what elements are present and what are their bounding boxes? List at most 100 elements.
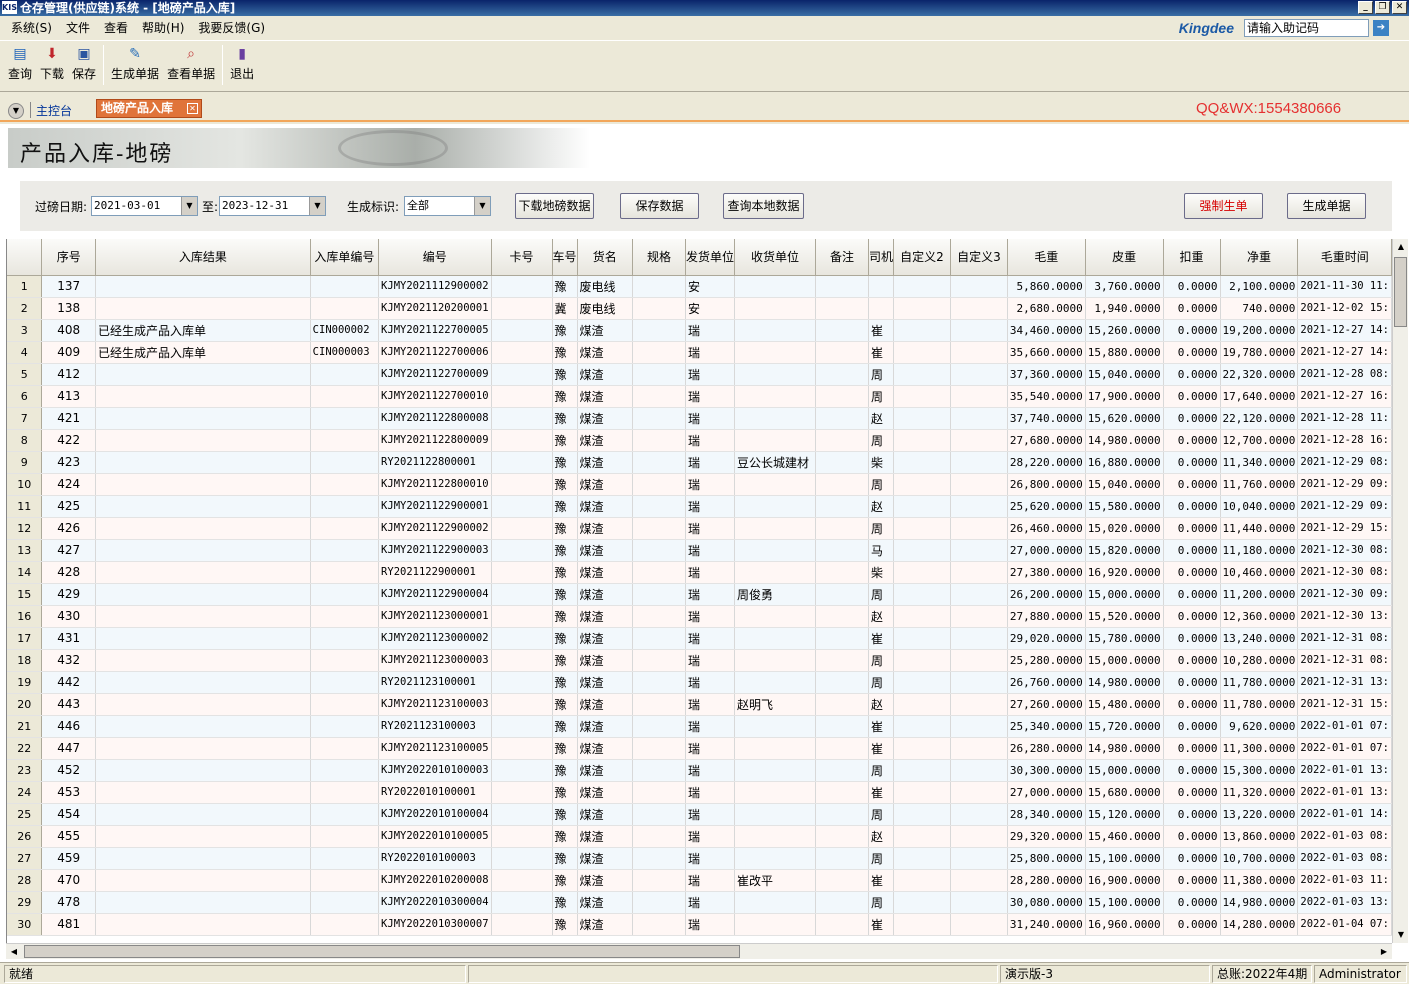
row-number[interactable]: 26 (7, 825, 43, 848)
force-generate-button[interactable]: 强制生单 (1184, 193, 1263, 219)
table-row[interactable]: 3 408 已经生成产品入库单 CIN000002 KJMY2021122700005 豫… (7, 319, 1392, 342)
row-number[interactable]: 7 (7, 407, 43, 430)
column-header[interactable]: 皮重 (1085, 239, 1164, 276)
flag-select[interactable]: 全部 ▼ (404, 196, 491, 216)
date-from-field[interactable]: 2021-03-01 ▼ (91, 196, 198, 216)
table-row[interactable]: 27 459 RY2022010100003 豫煤渣 瑞 周 25,800.0000 15,1… (7, 847, 1392, 870)
row-number[interactable]: 23 (7, 759, 43, 782)
query-local-button[interactable]: 查询本地数据 (723, 193, 804, 219)
row-number[interactable]: 14 (7, 561, 43, 584)
row-number[interactable]: 12 (7, 517, 43, 540)
column-header[interactable]: 自定义2 (893, 239, 951, 276)
row-number[interactable]: 11 (7, 495, 43, 518)
table-row[interactable]: 30 481 KJMY2022010300007 豫煤渣 瑞 崔 31,240.0000 16… (7, 913, 1392, 936)
tab-close-icon[interactable]: ✕ (187, 103, 198, 114)
row-number[interactable]: 25 (7, 803, 43, 826)
query-button[interactable]: ▤ 查询 (4, 45, 36, 82)
row-number[interactable]: 19 (7, 671, 43, 694)
save-data-button[interactable]: 保存数据 (620, 193, 699, 219)
table-row[interactable]: 23 452 KJMY2022010100003 豫煤渣瑞周 30,300.0000 15… (7, 759, 1392, 782)
menu-view[interactable]: 查看 (97, 19, 135, 36)
table-row[interactable]: 12 426 KJMY2021122900002 豫煤渣 瑞 周 26,460.0000 15… (7, 517, 1392, 540)
column-header[interactable]: 司机 (868, 239, 895, 276)
generate-bill-button[interactable]: 生成单据 (1287, 193, 1366, 219)
column-header[interactable]: 货名 (577, 239, 633, 276)
tab-home[interactable]: 主控台 (36, 102, 72, 119)
table-row[interactable]: 1 137 KJMY2021112900002 豫废电线 安 5,860.0000 3,76… (7, 275, 1392, 298)
row-number[interactable]: 21 (7, 715, 43, 738)
column-header[interactable]: 入库单编号 (310, 239, 380, 276)
table-row[interactable]: 15 429 KJMY2021122900004 豫煤渣 瑞周俊勇 周 26,200.000… (7, 583, 1392, 606)
column-header[interactable]: 编号 (378, 239, 492, 276)
vertical-scrollbar[interactable]: ▲ ▼ (1392, 239, 1408, 943)
row-number[interactable]: 17 (7, 627, 43, 650)
column-header[interactable]: 毛重时间 (1297, 239, 1392, 276)
date-to-field[interactable]: 2023-12-31 ▼ (219, 196, 326, 216)
row-number[interactable]: 29 (7, 891, 43, 914)
column-header[interactable]: 毛重 (1007, 239, 1086, 276)
table-row[interactable]: 21 446 RY2021123100003 豫煤渣 瑞 崔 25,340.0000 15,7… (7, 715, 1392, 738)
table-row[interactable]: 14 428 RY2021122900001 豫煤渣 瑞 柴 27,380.0000 16,9… (7, 561, 1392, 584)
column-header[interactable]: 卡号 (491, 239, 553, 276)
table-row[interactable]: 16 430 KJMY2021123000001 豫煤渣 瑞 赵 27,880.0000 15… (7, 605, 1392, 628)
column-header[interactable]: 规格 (632, 239, 686, 276)
row-number[interactable]: 6 (7, 385, 43, 408)
table-row[interactable]: 26 455 KJMY2022010100005 豫煤渣 瑞 赵 29,320.0000 15… (7, 825, 1392, 848)
minimize-icon[interactable]: _ (1358, 1, 1373, 14)
save-button[interactable]: ▣ 保存 (68, 45, 100, 82)
table-row[interactable]: 29 478 KJMY2022010300004 豫煤渣 瑞 周 30,080.0000 15… (7, 891, 1392, 914)
row-number[interactable]: 16 (7, 605, 43, 628)
download-scale-button[interactable]: 下载地磅数据 (515, 193, 594, 219)
scroll-down-icon[interactable]: ▼ (1394, 928, 1408, 942)
table-row[interactable]: 25 454 KJMY2022010100004 豫煤渣 瑞 周 28,340.0000 15… (7, 803, 1392, 826)
download-button[interactable]: ⬇ 下载 (36, 45, 68, 82)
row-number[interactable]: 27 (7, 847, 43, 870)
exit-button[interactable]: ▮ 退出 (226, 45, 258, 82)
column-header[interactable]: 净重 (1220, 239, 1299, 276)
table-row[interactable]: 9 423 RY2021122800001 豫煤渣 瑞豆公长城建材 柴 28,220.000… (7, 451, 1392, 474)
table-row[interactable]: 6 413 KJMY2021122700010 豫煤渣瑞周 35,540.0000 17,… (7, 385, 1392, 408)
column-header[interactable]: 入库结果 (95, 239, 311, 276)
menu-system[interactable]: 系统(S) (4, 19, 59, 36)
table-row[interactable]: 4 409 已经生成产品入库单 CIN000003 KJMY2021122700006 豫… (7, 341, 1392, 364)
column-header[interactable]: 收货单位 (734, 239, 816, 276)
row-number[interactable]: 9 (7, 451, 43, 474)
column-header[interactable]: 车号 (552, 239, 578, 276)
scroll-left-icon[interactable]: ◀ (7, 945, 21, 959)
row-number[interactable]: 30 (7, 913, 43, 936)
table-row[interactable]: 22 447 KJMY2021123100005 豫煤渣 瑞 崔 26,280.0000 14… (7, 737, 1392, 760)
scroll-right-icon[interactable]: ▶ (1377, 945, 1391, 959)
helper-input[interactable]: 请输入助记码 (1244, 19, 1369, 37)
table-row[interactable]: 18 432 KJMY2021123000003 豫煤渣 瑞 周 25,280.0000 15… (7, 649, 1392, 672)
row-number[interactable]: 3 (7, 319, 43, 342)
table-row[interactable]: 5 412 KJMY2021122700009 豫煤渣 瑞 周 37,360.0000 15,… (7, 363, 1392, 386)
data-grid[interactable]: 序号 入库结果 入库单编号 编号 卡号 车号 货名 规格 发货单位 收货单位 备注 司机 自定义2 自定义… (6, 239, 1392, 943)
row-number[interactable]: 15 (7, 583, 43, 606)
menu-help[interactable]: 帮助(H) (135, 19, 191, 36)
row-number[interactable]: 20 (7, 693, 43, 716)
row-number[interactable]: 28 (7, 869, 43, 892)
menu-file[interactable]: 文件 (59, 19, 97, 36)
column-header[interactable]: 序号 (41, 239, 96, 276)
chevron-down-icon[interactable]: ▼ (474, 197, 490, 215)
chevron-down-icon[interactable]: ▼ (181, 197, 197, 215)
go-arrow-icon[interactable]: ➔ (1373, 20, 1389, 36)
menu-feedback[interactable]: 我要反馈(G) (191, 19, 272, 36)
table-row[interactable]: 8 422 KJMY2021122800009 豫煤渣 瑞 周 27,680.0000 14,… (7, 429, 1392, 452)
table-row[interactable]: 28 470 KJMY2022010200008 豫煤渣 瑞崔改平 崔 28,280.000… (7, 869, 1392, 892)
restore-icon[interactable]: ❐ (1375, 1, 1390, 14)
row-number[interactable]: 24 (7, 781, 43, 804)
horizontal-scroll-thumb[interactable] (24, 945, 740, 958)
tab-active[interactable]: 地磅产品入库 ✕ (96, 99, 202, 118)
table-row[interactable]: 7 421 KJMY2021122800008 豫煤渣 瑞 赵 37,740.0000 15,… (7, 407, 1392, 430)
column-header[interactable]: 扣重 (1163, 239, 1221, 276)
table-row[interactable]: 19 442 RY2021123100001 豫煤渣 瑞 周 26,760.0000 14,9… (7, 671, 1392, 694)
row-number[interactable]: 1 (7, 275, 43, 298)
table-row[interactable]: 10 424 KJMY2021122800010 豫煤渣 瑞 周 26,800.0000 15… (7, 473, 1392, 496)
table-row[interactable]: 20 443 KJMY2021123100003 豫煤渣 瑞赵明飞 赵 27,260.000… (7, 693, 1392, 716)
scroll-up-icon[interactable]: ▲ (1394, 240, 1408, 254)
chevron-down-icon[interactable]: ▼ (8, 103, 24, 119)
horizontal-scrollbar[interactable]: ◀ ▶ (6, 943, 1392, 959)
row-number[interactable]: 8 (7, 429, 43, 452)
table-row[interactable]: 11 425 KJMY2021122900001 豫煤渣 瑞 赵 25,620.0000 15… (7, 495, 1392, 518)
